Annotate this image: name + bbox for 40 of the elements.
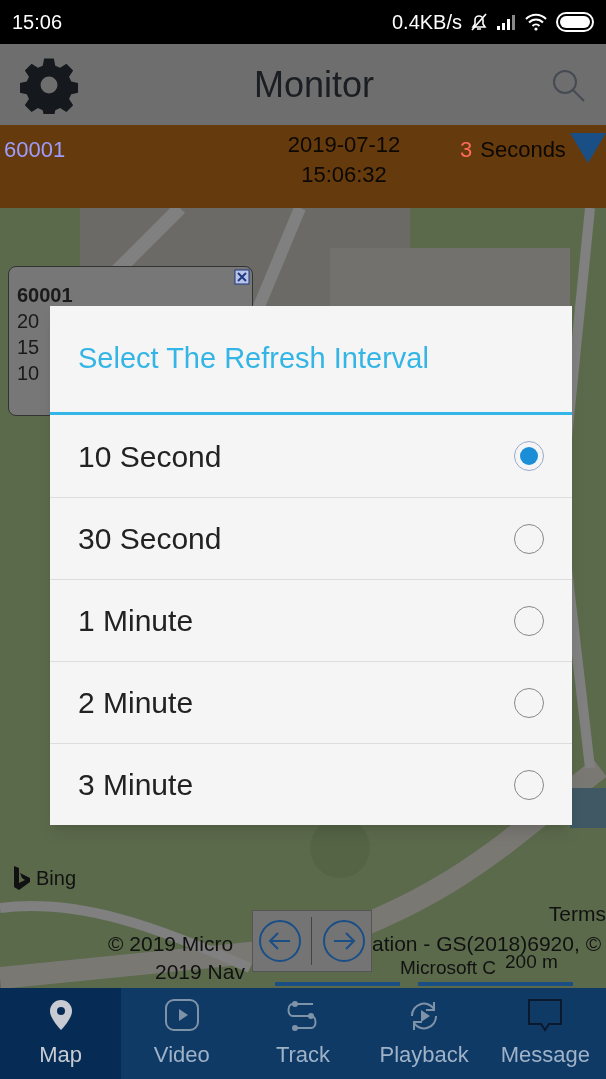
signal-icon	[496, 14, 516, 30]
attribution-text: © 2019 Micro	[108, 931, 234, 957]
option-label: 1 Minute	[78, 603, 195, 639]
option-label: 2 Minute	[78, 685, 195, 721]
bing-logo-icon	[12, 865, 32, 891]
settings-icon[interactable]	[20, 55, 78, 114]
logo-text: Bing	[36, 866, 77, 891]
screen-title: Monitor	[252, 62, 375, 107]
time-text: 15:06:32	[301, 161, 387, 189]
tab-button[interactable]: Map	[0, 988, 122, 1079]
device-id: 60001	[4, 136, 67, 164]
popup-text: 10	[17, 361, 40, 385]
popup-text: 60001	[17, 283, 73, 307]
tab-button[interactable]: Track	[242, 988, 364, 1079]
battery-icon	[556, 12, 594, 32]
popup-text: 20	[17, 309, 40, 333]
attribution-text: 2019 Nav	[155, 959, 245, 985]
option-row[interactable]: 3 Minute	[50, 743, 572, 825]
option-label: 10 Second	[78, 438, 223, 475]
option-row[interactable]: 30 Second	[50, 497, 572, 579]
popup-text: 15	[17, 335, 40, 359]
interval-count: 3	[460, 136, 473, 164]
tab-button[interactable]: Playback	[363, 988, 485, 1079]
interval-unit: Seconds	[480, 136, 566, 164]
date-text: 2019-07-12	[287, 131, 401, 159]
option-row[interactable]: 10 Second	[50, 415, 572, 497]
status-time: 15:06	[12, 10, 63, 35]
tab-button[interactable]: Message	[484, 988, 606, 1079]
option-row[interactable]: 1 Minute	[50, 579, 572, 661]
wifi-icon	[524, 13, 548, 31]
close-icon[interactable]	[234, 269, 250, 285]
attribution-text: ation - GS(2018)6920, ©	[372, 931, 602, 955]
dialog-title: Select The Refresh Interval	[77, 341, 430, 377]
attribution-text: Microsoft C	[400, 958, 497, 978]
mute-icon	[470, 12, 488, 32]
tab-button[interactable]: Video	[121, 988, 243, 1079]
network-speed: 0.4KB/s	[391, 10, 462, 35]
option-label: 3 Minute	[78, 767, 195, 803]
option-row[interactable]: 2 Minute	[50, 661, 572, 743]
option-label: 30 Second	[78, 521, 223, 557]
